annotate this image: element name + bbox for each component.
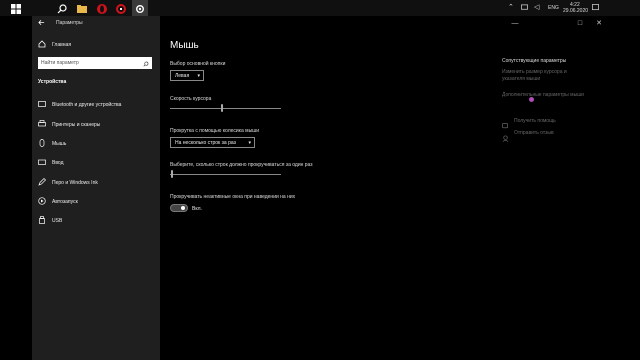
primary-button-label: Выбор основной кнопки <box>170 61 226 67</box>
chevron-down-icon: ▾ <box>197 72 200 79</box>
sidebar-section-title: Устройства <box>38 79 67 85</box>
primary-button-dropdown[interactable]: Левая ▾ <box>170 70 204 81</box>
sidebar-item-label: Ввод <box>52 160 64 166</box>
close-button[interactable]: ✕ <box>590 16 608 30</box>
window-title: Параметры <box>56 20 83 26</box>
sidebar-item-mouse[interactable]: Мышь <box>38 137 66 151</box>
clock-date[interactable]: 29.06.2020 <box>563 8 588 14</box>
sidebar-item-printers[interactable]: Принтеры и сканеры <box>38 118 100 132</box>
mouse-icon <box>38 139 46 149</box>
help-link[interactable]: Получить помощь <box>514 118 556 124</box>
gear-icon[interactable] <box>134 2 146 14</box>
search-icon[interactable] <box>56 2 68 14</box>
sidebar-item-pen[interactable]: Перо и Windows Ink <box>38 176 98 190</box>
autoplay-icon <box>38 197 46 207</box>
inactive-scroll-state: Вкл. <box>192 206 202 212</box>
related-link-cursor-size-cont[interactable]: указателя мыши <box>502 76 540 82</box>
notification-icon[interactable] <box>592 4 599 13</box>
sidebar-item-autoplay[interactable]: Автозапуск <box>38 195 78 209</box>
usb-icon <box>38 216 46 226</box>
sidebar-item-label: Принтеры и сканеры <box>52 122 101 128</box>
printer-icon <box>38 120 46 130</box>
volume-icon[interactable]: ◁ <box>534 3 539 11</box>
cursor-speed-track[interactable] <box>170 108 281 109</box>
back-arrow-icon[interactable] <box>38 19 45 28</box>
home-icon <box>38 40 46 50</box>
windows-icon[interactable] <box>10 2 22 14</box>
sidebar-home[interactable]: Главная <box>38 38 71 52</box>
primary-button-value: Левая <box>175 72 190 79</box>
tray-chevron-icon[interactable]: ⌃ <box>508 3 514 11</box>
sidebar-item-bluetooth[interactable]: Bluetooth и другие устройства <box>38 98 121 112</box>
sidebar-item-label: USB <box>52 218 63 224</box>
related-link-cursor-size[interactable]: Изменить размер курсора и <box>502 69 567 75</box>
sidebar-item-label: Автозапуск <box>52 199 78 205</box>
maximize-button[interactable]: □ <box>571 16 589 30</box>
keyboard-icon <box>38 158 46 168</box>
inactive-scroll-label: Прокручивать неактивные окна при наведен… <box>170 194 296 200</box>
lines-to-scroll-thumb[interactable] <box>171 170 174 178</box>
search-input[interactable]: Найти параметр <box>41 60 79 66</box>
feedback-icon[interactable] <box>502 129 509 147</box>
sidebar-item-label: Мышь <box>52 141 67 147</box>
related-link-additional-mouse[interactable]: Дополнительные параметры мыши <box>502 92 584 98</box>
lines-to-scroll-label: Выберите, сколько строк должно прокручив… <box>170 162 313 168</box>
file-explorer-icon[interactable] <box>76 2 88 14</box>
opera-gx-icon[interactable] <box>115 2 127 14</box>
cursor-speed-label: Скорость курсора <box>170 96 212 102</box>
taskbar: ⌃ ◁ ENG 4:22 29.06.2020 <box>0 0 640 16</box>
opera-icon[interactable] <box>96 2 108 14</box>
sidebar-item-usb[interactable]: USB <box>38 214 62 228</box>
wheel-scroll-dropdown[interactable]: На несколько строк за раз ▾ <box>170 137 255 148</box>
sidebar-item-label: Bluetooth и другие устройства <box>52 102 122 108</box>
bluetooth-icon <box>38 100 46 110</box>
page-title: Мышь <box>170 40 199 51</box>
wheel-scroll-value: На несколько строк за раз <box>175 139 236 146</box>
toggle-knob <box>181 206 185 210</box>
inactive-scroll-toggle[interactable] <box>170 204 188 212</box>
language-indicator[interactable]: ENG <box>548 5 559 11</box>
network-icon[interactable] <box>521 4 528 13</box>
pen-icon <box>38 178 46 188</box>
wheel-scroll-label: Прокрутка с помощью колесика мыши <box>170 128 259 134</box>
cursor-speed-thumb[interactable] <box>221 104 224 112</box>
related-title: Сопутствующие параметры <box>502 58 567 64</box>
sidebar-item-input[interactable]: Ввод <box>38 156 64 170</box>
sidebar-home-label: Главная <box>52 42 72 48</box>
minimize-button[interactable]: — <box>506 16 524 30</box>
lines-to-scroll-track[interactable] <box>170 174 281 175</box>
feedback-link[interactable]: Отправить отзыв <box>514 130 554 136</box>
search-box[interactable]: Найти параметр <box>38 57 152 69</box>
search-box-icon[interactable] <box>143 54 149 72</box>
sidebar-item-label: Перо и Windows Ink <box>52 180 98 186</box>
cursor-highlight <box>529 97 534 102</box>
chevron-down-icon: ▾ <box>248 139 251 146</box>
